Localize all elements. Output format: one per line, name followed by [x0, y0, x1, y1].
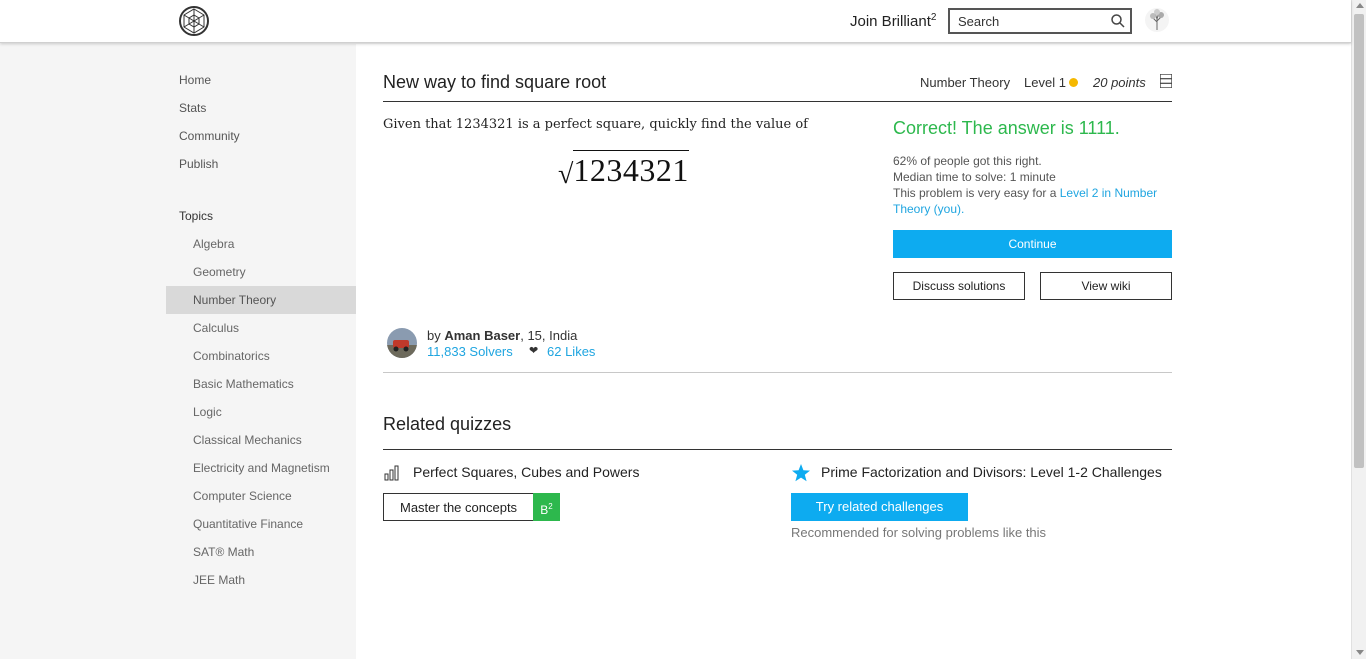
sidebar: Home Stats Community Publish Topics Alge…	[166, 44, 356, 659]
user-avatar-icon[interactable]	[1145, 8, 1169, 32]
author-avatar[interactable]	[387, 328, 417, 358]
master-concepts-button[interactable]: Master the concepts B2	[383, 493, 560, 521]
sidebar-link-stats[interactable]: Stats	[179, 101, 206, 115]
by-label: by	[427, 328, 445, 343]
sidebar-item-sat-math[interactable]: SAT® Math	[166, 538, 356, 566]
likes-link[interactable]: 62 Likes	[547, 344, 595, 359]
discuss-solutions-button[interactable]: Discuss solutions	[893, 272, 1025, 300]
star-icon	[792, 464, 810, 482]
solvers-link[interactable]: 11,833 Solvers	[427, 344, 513, 359]
search-box	[948, 8, 1132, 34]
scroll-up-icon[interactable]	[1356, 3, 1364, 8]
bar-chart-icon	[384, 465, 399, 481]
sidebar-link-home[interactable]: Home	[179, 73, 211, 87]
sidebar-item-jee-math[interactable]: JEE Math	[166, 566, 356, 594]
top-header: Join Brilliant2	[0, 0, 1351, 43]
author-byline: by Aman Baser, 15, India	[427, 328, 577, 343]
author-divider	[383, 372, 1172, 373]
sidebar-item-classical-mechanics[interactable]: Classical Mechanics	[166, 426, 356, 454]
search-input[interactable]	[950, 10, 1100, 32]
problem-question: Given that 1234321 is a perfect square, …	[383, 117, 808, 132]
scroll-thumb[interactable]	[1354, 14, 1364, 468]
correct-answer-message: Correct! The answer is 1111.	[893, 118, 1120, 138]
sidebar-item-calculus[interactable]: Calculus	[166, 314, 356, 342]
sidebar-item-computer-science[interactable]: Computer Science	[166, 482, 356, 510]
b2-badge: B2	[533, 493, 560, 521]
problem-points: 20 points	[1093, 75, 1146, 90]
author-details: , 15, India	[520, 328, 578, 343]
quiz-title[interactable]: Perfect Squares, Cubes and Powers	[413, 464, 639, 480]
problem-topic-link[interactable]: Number Theory	[920, 75, 1010, 90]
sidebar-item-geometry[interactable]: Geometry	[166, 258, 356, 286]
radical-sign: √	[558, 159, 574, 190]
view-wiki-button[interactable]: View wiki	[1040, 272, 1172, 300]
radicand: 1234321	[573, 150, 689, 188]
continue-button[interactable]: Continue	[893, 230, 1172, 258]
main-content: New way to find square root Number Theor…	[356, 44, 1351, 659]
level-dot-icon	[1068, 78, 1078, 87]
sidebar-item-logic[interactable]: Logic	[166, 398, 356, 426]
sqrt-expression: √1234321	[558, 150, 689, 191]
challenge-title[interactable]: Prime Factorization and Divisors: Level …	[821, 464, 1162, 480]
sidebar-item-algebra[interactable]: Algebra	[166, 230, 356, 258]
related-divider	[383, 449, 1172, 450]
sidebar-item-electricity-magnetism[interactable]: Electricity and Magnetism	[166, 454, 356, 482]
author-name[interactable]: Aman Baser	[444, 328, 520, 343]
sidebar-link-publish[interactable]: Publish	[179, 157, 218, 171]
scroll-down-icon[interactable]	[1356, 650, 1364, 655]
join-sup: 2	[930, 12, 937, 23]
topics-heading: Topics	[179, 209, 214, 223]
difficulty-prefix: This problem is very easy for a	[893, 186, 1060, 200]
search-icon[interactable]	[1111, 14, 1125, 28]
percent-correct: 62% of people got this right.	[893, 154, 1042, 168]
recommendation-note: Recommended for solving problems like th…	[791, 525, 1047, 540]
sidebar-item-number-theory[interactable]: Number Theory	[166, 286, 356, 314]
related-quizzes-heading: Related quizzes	[383, 414, 512, 434]
page-scrollbar[interactable]	[1351, 0, 1366, 659]
join-label: Join Brilliant	[850, 13, 931, 30]
sidebar-item-quantitative-finance[interactable]: Quantitative Finance	[166, 510, 356, 538]
solve-stats: 62% of people got this right. Median tim…	[893, 153, 1173, 217]
title-divider	[383, 101, 1172, 102]
median-time: Median time to solve: 1 minute	[893, 170, 1056, 184]
sidebar-item-basic-mathematics[interactable]: Basic Mathematics	[166, 370, 356, 398]
heart-icon[interactable]: ❤	[529, 344, 538, 357]
brilliant-logo-icon[interactable]	[179, 6, 209, 36]
try-related-challenges-button[interactable]: Try related challenges	[791, 493, 968, 521]
badge-sup: 2	[548, 502, 553, 511]
level-label: Level 1	[1024, 75, 1066, 90]
problem-level: Level 1	[1024, 75, 1078, 90]
sidebar-item-combinatorics[interactable]: Combinatorics	[166, 342, 356, 370]
sidebar-link-community[interactable]: Community	[179, 129, 240, 143]
master-concepts-label: Master the concepts	[400, 500, 518, 515]
difficulty-note: This problem is very easy for a Level 2 …	[893, 185, 1173, 217]
join-brilliant-link[interactable]: Join Brilliant2	[850, 12, 936, 30]
menu-icon[interactable]	[1160, 74, 1172, 88]
problem-title: New way to find square root	[383, 72, 607, 92]
